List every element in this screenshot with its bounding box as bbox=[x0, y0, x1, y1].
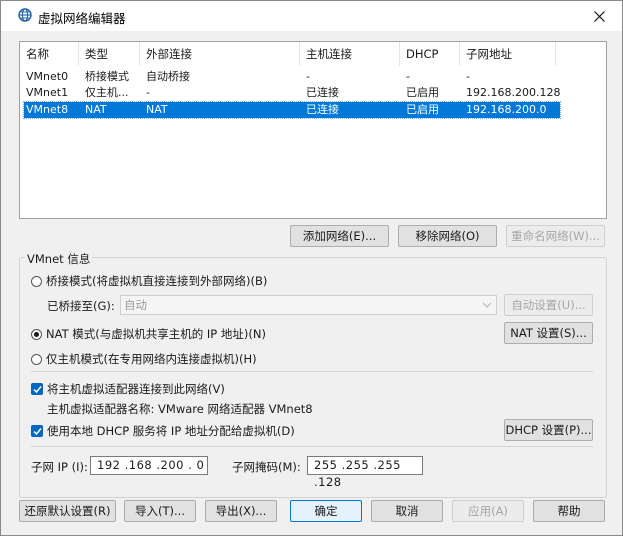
cell-dhcp: 已启用 bbox=[406, 103, 439, 116]
column-header-host[interactable]: 主机连接 bbox=[300, 42, 400, 66]
connect-adapter-label: 将主机虚拟适配器连接到此网络(V) bbox=[47, 382, 225, 396]
column-header-dhcp[interactable]: DHCP bbox=[400, 42, 460, 66]
cell-name: VMnet1 bbox=[26, 86, 69, 99]
rename-network-button[interactable]: 重命名网络(W)... bbox=[506, 225, 605, 247]
radio-dot bbox=[31, 353, 42, 365]
add-network-button[interactable]: 添加网络(E)... bbox=[290, 225, 389, 247]
table-row-selected[interactable]: VMnet8 NAT NAT 已连接 已启用 192.168.200.0 bbox=[23, 101, 561, 119]
subnet-mask-field[interactable]: 255 .255 .255 .128 bbox=[307, 456, 423, 489]
connect-adapter-checkbox[interactable]: 将主机虚拟适配器连接到此网络(V) bbox=[31, 381, 225, 397]
subnet-ip-field[interactable]: 192 .168 .200 . 0 bbox=[90, 456, 208, 475]
cell-subnet: 192.168.200.128 bbox=[466, 86, 560, 99]
bridged-to-label: 已桥接至(G): bbox=[47, 299, 115, 313]
vmnet-info-title: VMnet 信息 bbox=[25, 251, 93, 267]
divider bbox=[31, 371, 593, 372]
checkmark-icon bbox=[32, 427, 42, 435]
network-globe-icon bbox=[18, 8, 32, 22]
cell-external: 自动桥接 bbox=[146, 70, 190, 83]
checkmark-icon bbox=[32, 385, 42, 393]
column-header-external[interactable]: 外部连接 bbox=[140, 42, 300, 66]
checkbox-checked bbox=[31, 425, 43, 437]
window-title: 虚拟网络编辑器 bbox=[38, 11, 126, 26]
bridged-to-select[interactable]: 自动 bbox=[120, 295, 497, 315]
use-dhcp-label: 使用本地 DHCP 服务将 IP 地址分配给虚拟机(D) bbox=[47, 424, 295, 438]
ok-button[interactable]: 确定 bbox=[290, 500, 362, 522]
restore-defaults-button[interactable]: 还原默认设置(R) bbox=[19, 500, 116, 522]
cell-type: NAT bbox=[85, 103, 107, 116]
dialog-body: 名称 类型 外部连接 主机连接 DHCP 子网地址 VMnet0 桥接模式 自动… bbox=[1, 31, 622, 535]
nat-mode-radio[interactable]: NAT 模式(与虚拟机共享主机的 IP 地址)(N) bbox=[31, 326, 266, 342]
help-button[interactable]: 帮助 bbox=[533, 500, 605, 522]
virtual-network-editor-window: 虚拟网络编辑器 名称 类型 外部连接 主机连接 DHCP 子网地址 VMnet0… bbox=[0, 0, 623, 536]
cell-host: - bbox=[306, 70, 310, 83]
table-header: 名称 类型 外部连接 主机连接 DHCP 子网地址 bbox=[20, 42, 606, 66]
table-row[interactable]: VMnet0 桥接模式 自动桥接 - - - bbox=[24, 69, 560, 85]
subnet-ip-label: 子网 IP (I): bbox=[31, 460, 88, 474]
cell-external: - bbox=[146, 86, 150, 99]
cancel-button[interactable]: 取消 bbox=[371, 500, 443, 522]
import-button[interactable]: 导入(T)... bbox=[124, 500, 196, 522]
use-dhcp-checkbox[interactable]: 使用本地 DHCP 服务将 IP 地址分配给虚拟机(D) bbox=[31, 423, 295, 439]
close-button[interactable] bbox=[576, 1, 622, 31]
cell-name: VMnet8 bbox=[26, 103, 69, 116]
apply-button[interactable]: 应用(A) bbox=[452, 500, 524, 522]
radio-dot-selected bbox=[31, 328, 42, 340]
cell-host: 已连接 bbox=[306, 103, 339, 116]
cell-subnet: - bbox=[466, 70, 470, 83]
cell-type: 桥接模式 bbox=[85, 70, 129, 83]
subnet-mask-label: 子网掩码(M): bbox=[232, 460, 301, 474]
cell-host: 已连接 bbox=[306, 86, 339, 99]
column-header-name[interactable]: 名称 bbox=[20, 42, 79, 66]
bridge-mode-label: 桥接模式(将虚拟机直接连接到外部网络)(B) bbox=[46, 274, 268, 288]
host-only-label: 仅主机模式(在专用网络内连接虚拟机)(H) bbox=[46, 352, 257, 366]
remove-network-button[interactable]: 移除网络(O) bbox=[398, 225, 497, 247]
cell-name: VMnet0 bbox=[26, 70, 69, 83]
cell-type: 仅主机... bbox=[85, 86, 129, 99]
cell-subnet: 192.168.200.0 bbox=[466, 103, 547, 116]
dhcp-settings-button[interactable]: DHCP 设置(P)... bbox=[504, 419, 593, 441]
radio-dot bbox=[31, 275, 42, 287]
export-button[interactable]: 导出(X)... bbox=[205, 500, 277, 522]
adapter-name-text: 主机虚拟适配器名称: VMware 网络适配器 VMnet8 bbox=[47, 402, 313, 416]
cell-dhcp: - bbox=[406, 70, 410, 83]
divider bbox=[31, 446, 593, 447]
host-only-radio[interactable]: 仅主机模式(在专用网络内连接虚拟机)(H) bbox=[31, 351, 257, 367]
nat-settings-button[interactable]: NAT 设置(S)... bbox=[504, 322, 593, 344]
close-icon bbox=[593, 10, 605, 22]
column-header-subnet[interactable]: 子网地址 bbox=[460, 42, 556, 66]
checkbox-checked bbox=[31, 383, 43, 395]
title-bar: 虚拟网络编辑器 bbox=[1, 1, 622, 31]
auto-settings-button[interactable]: 自动设置(U)... bbox=[504, 294, 593, 316]
cell-external: NAT bbox=[146, 103, 168, 116]
bridged-to-value: 自动 bbox=[124, 298, 147, 312]
chevron-down-icon bbox=[482, 302, 492, 308]
network-table[interactable]: 名称 类型 外部连接 主机连接 DHCP 子网地址 VMnet0 桥接模式 自动… bbox=[19, 41, 607, 219]
bridge-mode-radio[interactable]: 桥接模式(将虚拟机直接连接到外部网络)(B) bbox=[31, 273, 267, 289]
column-header-type[interactable]: 类型 bbox=[79, 42, 140, 66]
nat-mode-label: NAT 模式(与虚拟机共享主机的 IP 地址)(N) bbox=[46, 327, 266, 341]
table-row[interactable]: VMnet1 仅主机... - 已连接 已启用 192.168.200.128 bbox=[24, 85, 560, 101]
cell-dhcp: 已启用 bbox=[406, 86, 439, 99]
